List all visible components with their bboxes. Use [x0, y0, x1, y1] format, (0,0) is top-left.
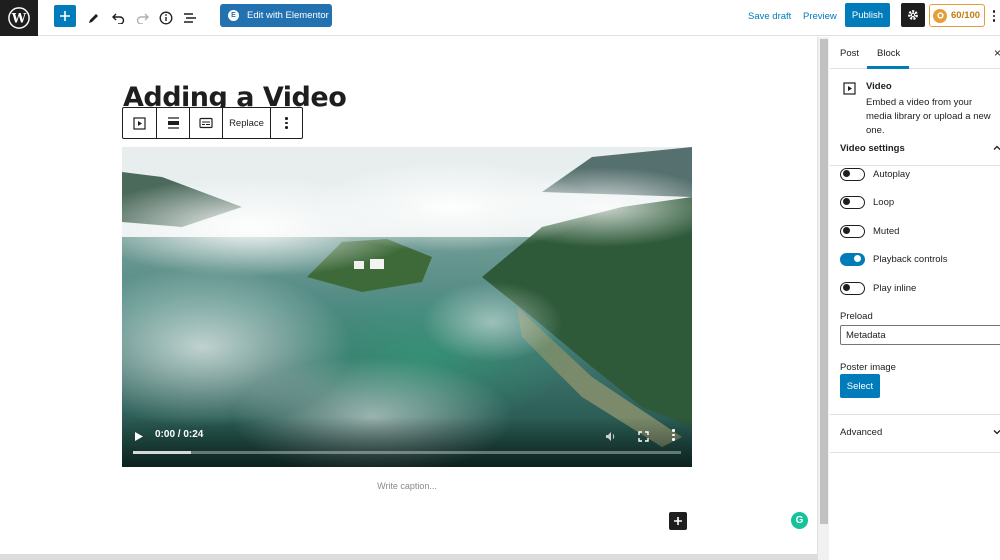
advanced-heading[interactable]: Advanced [840, 427, 882, 438]
loop-label: Loop [873, 196, 895, 208]
poster-select-button[interactable]: Select [840, 374, 880, 398]
preload-label: Preload [840, 311, 873, 322]
publish-label: Publish [851, 9, 884, 21]
settings-button[interactable] [901, 3, 925, 27]
seo-score-value: 60/100 [951, 10, 981, 21]
loop-toggle[interactable] [840, 195, 865, 209]
preview-link[interactable]: Preview [803, 11, 837, 22]
list-view-button[interactable] [181, 5, 199, 31]
horizontal-scrollbar[interactable] [0, 554, 817, 560]
seo-gear-icon [933, 8, 947, 23]
sidebar-tabs: Post Block × [830, 37, 1000, 69]
video-progress-fill [133, 451, 191, 454]
autoplay-label: Autoplay [873, 168, 910, 180]
caption-input[interactable]: Write caption... [122, 481, 692, 491]
poster-select-label: Select [846, 380, 874, 392]
list-view-icon [184, 13, 196, 23]
muted-toggle[interactable] [840, 224, 865, 238]
edit-with-elementor-button[interactable]: E Edit with Elementor [220, 4, 332, 27]
save-draft-link[interactable]: Save draft [748, 11, 791, 22]
captions-icon [199, 117, 213, 129]
block-inserter-button[interactable] [669, 512, 687, 530]
grammarly-icon[interactable]: G [791, 512, 808, 529]
fullscreen-icon [638, 431, 649, 442]
close-sidebar-button[interactable]: × [994, 46, 1000, 60]
video-block-icon [843, 82, 856, 100]
video-progress-bar[interactable] [133, 451, 681, 454]
add-block-button[interactable] [54, 5, 76, 27]
chevron-down-icon[interactable] [993, 428, 1000, 436]
details-button[interactable] [157, 5, 175, 31]
playback-controls-toggle[interactable] [840, 252, 865, 266]
block-options-button[interactable] [271, 108, 302, 138]
section-divider [830, 414, 1000, 415]
redo-icon [136, 13, 149, 24]
publish-button[interactable]: Publish [845, 3, 890, 27]
undo-icon [111, 13, 124, 24]
align-button[interactable] [157, 108, 190, 138]
plus-icon [60, 11, 70, 21]
pencil-icon [88, 13, 98, 23]
playback-controls-label: Playback controls [873, 253, 948, 265]
scrollbar-thumb[interactable] [820, 39, 828, 524]
elementor-label: Edit with Elementor [247, 10, 329, 21]
tab-post[interactable]: Post [840, 48, 859, 59]
muted-label: Muted [873, 225, 900, 237]
tools-button[interactable] [84, 5, 102, 31]
block-toolbar: Replace [122, 107, 303, 139]
playback-controls-toggle-row[interactable]: Playback controls [840, 251, 947, 267]
preload-select[interactable]: Metadata [840, 325, 1000, 345]
redo-button[interactable] [133, 5, 151, 31]
autoplay-toggle-row[interactable]: Autoplay [840, 166, 910, 182]
video-player[interactable]: 0:00 / 0:24 [122, 147, 692, 467]
play-inline-label: Play inline [873, 282, 917, 294]
replace-label: Replace [229, 117, 264, 129]
video-time: 0:00 / 0:24 [155, 429, 204, 440]
more-options-button[interactable] [989, 6, 999, 26]
video-more-button[interactable] [672, 429, 675, 441]
muted-toggle-row[interactable]: Muted [840, 223, 899, 239]
play-inline-toggle[interactable] [840, 281, 865, 295]
tab-block[interactable]: Block [877, 48, 900, 59]
seo-score-badge[interactable]: 60/100 [929, 4, 985, 27]
block-name: Video [866, 81, 892, 92]
editor-top-bar: W E Edit with Elementor Save draft Previ… [0, 0, 1000, 36]
autoplay-toggle[interactable] [840, 167, 865, 181]
info-icon [159, 11, 173, 25]
volume-button[interactable] [605, 429, 617, 447]
play-icon [135, 432, 143, 441]
preload-value: Metadata [846, 329, 886, 341]
gear-icon [908, 10, 918, 20]
play-button[interactable] [134, 429, 144, 447]
poster-image-label: Poster image [840, 362, 896, 373]
editor-scrollbar[interactable] [817, 37, 829, 560]
svg-text:W: W [11, 12, 27, 27]
video-settings-heading[interactable]: Video settings [840, 143, 905, 154]
block-description: Embed a video from your media library or… [866, 97, 991, 136]
align-wide-icon [167, 117, 179, 129]
fullscreen-button[interactable] [638, 429, 649, 447]
volume-icon [606, 432, 615, 441]
plus-icon [674, 517, 682, 525]
undo-button[interactable] [109, 5, 127, 31]
wordpress-logo-icon[interactable]: W [0, 0, 38, 36]
video-block-icon [133, 116, 146, 130]
text-tracks-button[interactable] [190, 108, 223, 138]
section-divider [830, 452, 1000, 453]
play-inline-toggle-row[interactable]: Play inline [840, 280, 916, 296]
block-type-button[interactable] [123, 108, 157, 138]
loop-toggle-row[interactable]: Loop [840, 194, 894, 210]
replace-button[interactable]: Replace [223, 108, 271, 138]
settings-sidebar: Post Block × Video Embed a video from yo… [830, 37, 1000, 560]
chevron-up-icon[interactable] [993, 144, 1000, 152]
active-tab-indicator [867, 66, 909, 69]
elementor-icon: E [228, 10, 239, 21]
